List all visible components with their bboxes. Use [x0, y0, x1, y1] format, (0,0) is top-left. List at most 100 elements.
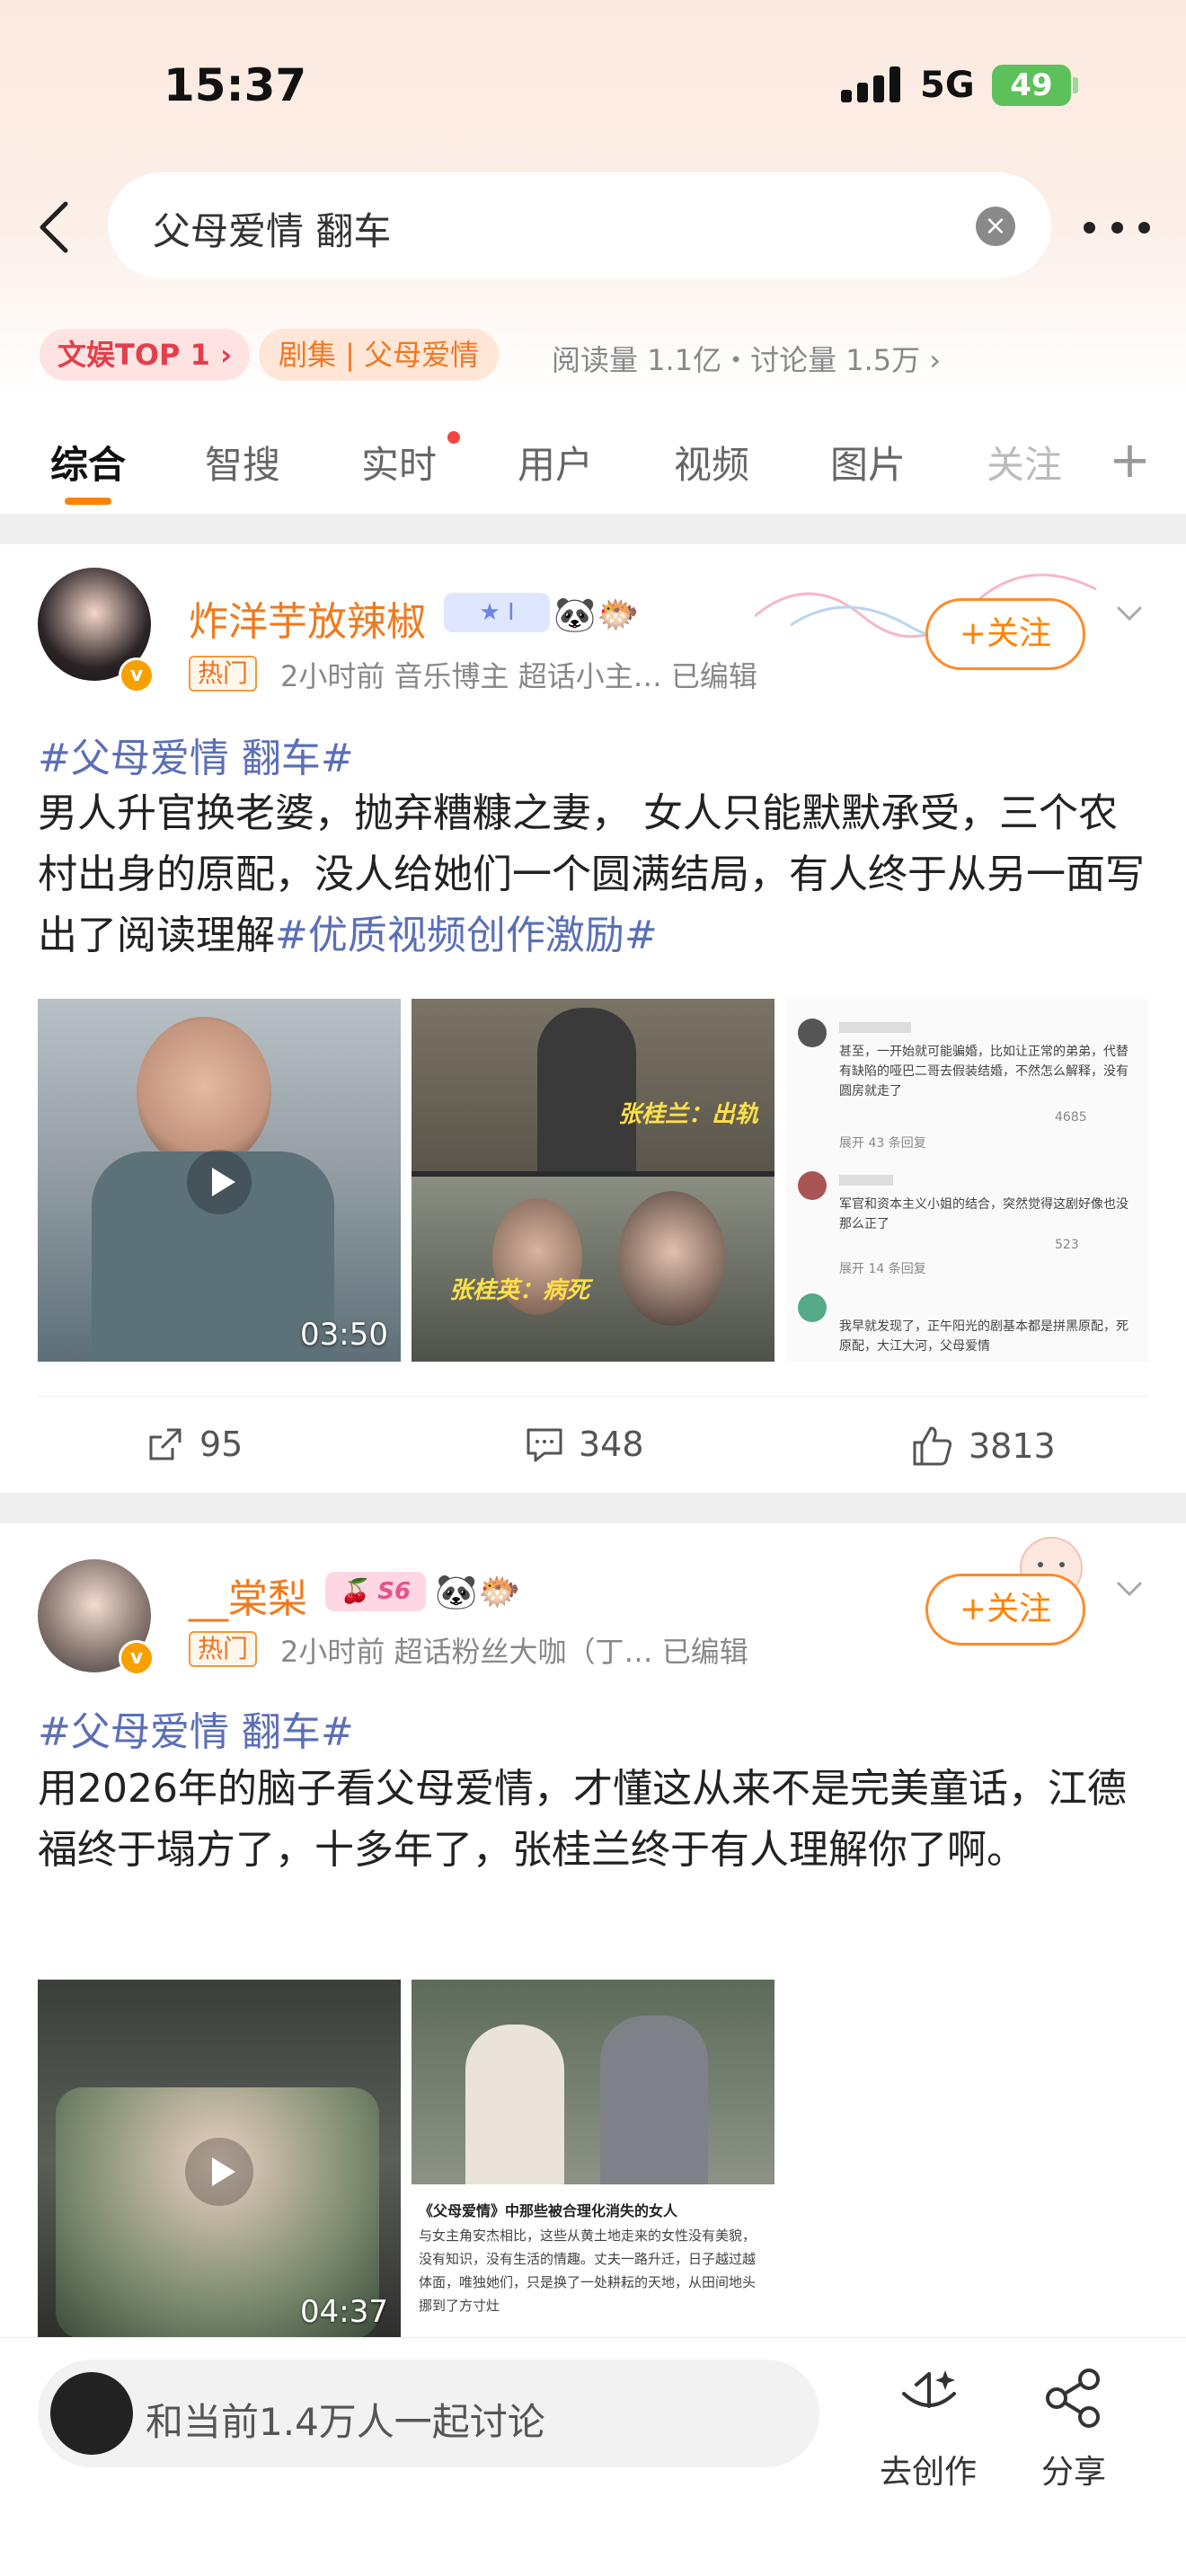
chevron-down-icon[interactable]: [1114, 1574, 1145, 1604]
follow-button[interactable]: +关注: [925, 598, 1085, 670]
video-duration: 04:37: [300, 2294, 388, 2330]
thumbnail-caption: 张桂英：病死: [449, 1277, 590, 1304]
level-badge-icon: 🍒 S6: [340, 1578, 412, 1605]
verified-badge-icon: v: [119, 1640, 155, 1676]
topic-stats[interactable]: 阅读量 1.1亿・讨论量 1.5万 ›: [552, 338, 941, 379]
share-icon: [149, 1428, 181, 1460]
battery-level: 49: [1010, 67, 1053, 103]
battery-icon: 49: [992, 65, 1071, 106]
tab-all[interactable]: 综合: [50, 435, 126, 490]
post-meta: 2小时前 音乐博主 超话小主… 已编辑: [280, 659, 757, 693]
post-meta: 2小时前 超话粉丝大咖（丁… 已编辑: [280, 1635, 748, 1669]
tab-smart-search[interactable]: 智搜: [205, 435, 280, 490]
status-bar: 15:37 5G 49: [0, 0, 1186, 171]
video-duration: 03:50: [300, 1317, 388, 1353]
like-count: 3813: [969, 1426, 1056, 1466]
rank-tag[interactable]: 文娱TOP 1 ›: [40, 329, 251, 381]
image-thumbnail[interactable]: 张桂兰：出轨 张桂英：病死: [412, 999, 774, 1362]
image-thumbnail[interactable]: 《父母爱情》中那些被合理化消失的女人 与女主角安杰相比，这些从黄土地走来的女性没…: [412, 1980, 774, 2339]
like-button[interactable]: 3813: [911, 1425, 1056, 1468]
member-level-badge: 🍒 S6: [325, 1572, 426, 1611]
video-thumbnail[interactable]: 04:37: [38, 1980, 401, 2339]
section-divider: [0, 1493, 1186, 1523]
share-nodes-icon: [1046, 2369, 1100, 2428]
thumbnail-figure: [537, 1008, 636, 1171]
post-topic-link[interactable]: #父母爱情 翻车#: [38, 1699, 354, 1757]
redacted-name: [839, 1175, 893, 1186]
fish-icon: 🐡: [597, 595, 640, 634]
comment-icon: [527, 1428, 562, 1462]
notification-dot: [447, 431, 460, 444]
chevron-down-icon[interactable]: [1114, 598, 1145, 629]
post-card: v 炸洋芋放辣椒 ★ Ⅰ 🐼 🐡 热门 2小时前 音乐博主 超话小主… 已编辑 …: [0, 544, 1186, 1500]
fish-icon: 🐡: [478, 1572, 521, 1611]
comment-expand: 展开 43 条回复: [839, 1136, 926, 1151]
discussion-input[interactable]: 和当前1.4万人一起讨论: [38, 2360, 819, 2467]
comment-text: 甚至，一开始就可能骗婚，比如让正常的弟弟，代替有缺陷的哑巴二哥去假装结婚，不然怎…: [839, 1045, 1128, 1098]
comment-expand: 展开 14 条回复: [839, 1262, 926, 1276]
panda-icon: 🐼: [553, 595, 597, 634]
comment-count: 348: [579, 1425, 644, 1464]
signal-icon: [841, 66, 904, 102]
back-button[interactable]: [27, 198, 81, 257]
dot-icon: [1111, 221, 1123, 234]
level-badge-icon: ★ Ⅰ: [479, 599, 515, 626]
chevron-left-icon: [40, 201, 68, 253]
thumbnail-photo: [412, 1980, 774, 2184]
search-input[interactable]: 父母爱情 翻车 ×: [108, 172, 1051, 278]
panda-icon: 🐼: [435, 1572, 478, 1611]
clock: 15:37: [164, 59, 307, 111]
comment-button[interactable]: 348: [525, 1425, 644, 1464]
thumbnail-face: [618, 1191, 726, 1326]
video-thumbnail[interactable]: 03:50: [38, 999, 401, 1362]
post-text: 男人升官换老婆，抛弃糟糠之妻， 女人只能默默承受，三个农村出身的原配，没人给她们…: [38, 783, 1152, 966]
search-tabs: 综合 智搜 实时 用户 视频 图片 关注: [0, 422, 1186, 512]
share-label: 分享: [1040, 2454, 1106, 2491]
share-button[interactable]: 95: [146, 1425, 243, 1464]
share-page-button[interactable]: 分享: [1015, 2358, 1132, 2491]
category-tag[interactable]: 剧集 | 父母爱情: [259, 329, 500, 381]
comment-avatar: [798, 1293, 827, 1322]
post-actions: 95 348 3813: [0, 1408, 1186, 1489]
thumbnail-figure: [137, 1017, 271, 1169]
add-tab-button[interactable]: +: [1109, 431, 1151, 490]
dot-icon: [1084, 221, 1095, 234]
username[interactable]: __棠梨: [189, 1566, 307, 1624]
clear-search-button[interactable]: ×: [976, 207, 1015, 246]
comment-avatar: [798, 1171, 827, 1200]
search-query: 父母爱情 翻车: [153, 209, 392, 253]
image-thumbnail[interactable]: 甚至，一开始就可能骗婚，比如让正常的弟弟，代替有缺陷的哑巴二哥去假装结婚，不然怎…: [785, 999, 1148, 1362]
divider-line: [38, 1396, 1148, 1397]
play-icon: [185, 2138, 253, 2206]
redacted-name: [839, 1022, 911, 1033]
thumbnail-caption: 张桂兰：出轨: [618, 1101, 759, 1128]
tab-realtime[interactable]: 实时: [361, 435, 437, 490]
share-count: 95: [199, 1425, 243, 1464]
section-divider: [0, 514, 1186, 544]
more-options-button[interactable]: [1084, 205, 1150, 250]
discussion-prompt: 和当前1.4万人一起讨论: [146, 2400, 545, 2444]
play-icon: [187, 1150, 252, 1214]
post-card: v __棠梨 🍒 S6 🐼 🐡 热门 2小时前 超话粉丝大咖（丁… 已编辑 +关…: [0, 1523, 1186, 2341]
comment-likes: 4685: [1055, 1110, 1087, 1125]
avatar: [50, 2372, 133, 2455]
tab-images[interactable]: 图片: [830, 435, 906, 490]
tab-videos[interactable]: 视频: [674, 435, 749, 490]
follow-button[interactable]: +关注: [925, 1574, 1085, 1645]
article-text: 与女主角安杰相比，这些从黄土地走来的女性没有美貌，没有知识，没有生活的情趣。丈夫…: [419, 2228, 757, 2314]
tab-following[interactable]: 关注: [987, 435, 1062, 490]
hot-tag: 热门: [189, 656, 258, 692]
post-body-text: 用2026年的脑子看父母爱情，才懂这从来不是完美童话，江德福终于塌方了，十多年了…: [38, 1766, 1127, 1873]
thumbnail-figure: [465, 2025, 564, 2184]
article-title: 《父母爱情》中那些被合理化消失的女人: [419, 2202, 678, 2219]
post-topic-link[interactable]: #父母爱情 翻车#: [38, 726, 354, 783]
battery-tip: [1073, 77, 1078, 93]
username[interactable]: 炸洋芋放辣椒: [189, 589, 426, 647]
topic-info-row: 文娱TOP 1 › 剧集 | 父母爱情 阅读量 1.1亿・讨论量 1.5万 ›: [40, 329, 1154, 381]
tab-users[interactable]: 用户: [518, 435, 593, 490]
post-hashtag[interactable]: #优质视频创作激励#: [275, 913, 658, 958]
member-level-badge: ★ Ⅰ: [444, 593, 550, 632]
hot-tag: 热门: [189, 1631, 258, 1667]
comment-text: 军官和资本主义小姐的结合，突然觉得这剧好像也没那么正了: [839, 1197, 1128, 1231]
create-button[interactable]: 去创作: [870, 2358, 987, 2491]
